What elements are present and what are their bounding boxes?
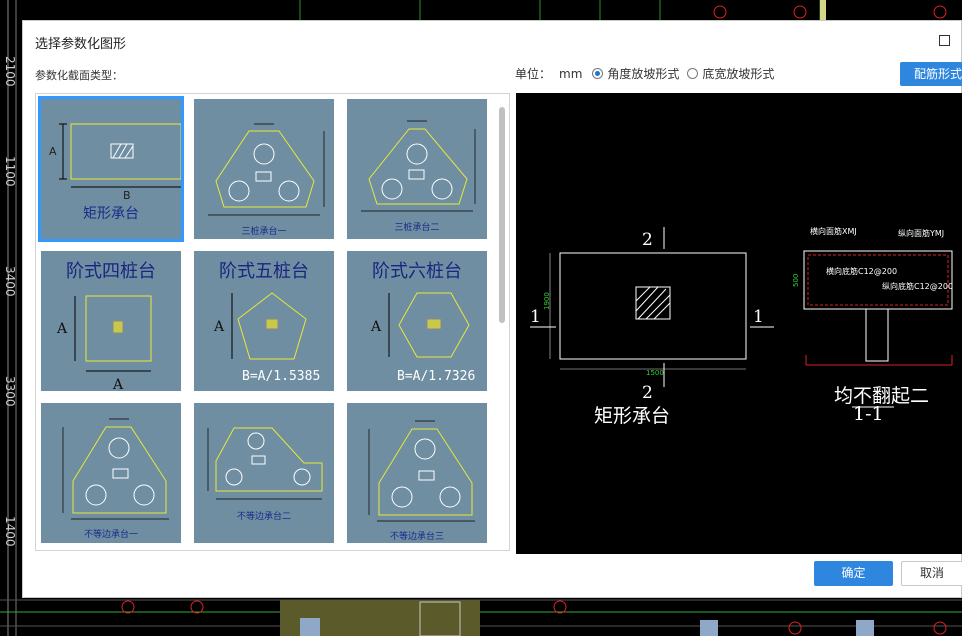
three-pile-1-diagram: [208, 123, 325, 216]
shape-item-step-four-pile[interactable]: 阶式四桩台 A A: [41, 251, 181, 391]
dialog-title: 选择参数化图形: [35, 37, 127, 52]
radio-angle-slope[interactable]: 角度放坡形式: [592, 65, 679, 82]
unit-label: 单位：: [515, 67, 552, 81]
shape-item-unequal-cap-1[interactable]: 不等边承台一: [41, 403, 181, 543]
shape-item-three-pile-1[interactable]: 三桩承台一: [194, 99, 334, 239]
radio-indicator[interactable]: [592, 68, 604, 79]
rebar-bottom-h: 横向底筋C12@200: [826, 267, 898, 276]
width-dim: 1500: [646, 369, 664, 377]
section-mark-bottom: 2: [642, 383, 653, 403]
shape-caption: 不等边承台二: [236, 512, 291, 522]
unit-value: mm: [559, 66, 583, 81]
shape-item-step-six-pile[interactable]: 阶式六桩台 A B=A/1.7326: [347, 251, 487, 391]
svg-text:3400: 3400: [3, 266, 17, 297]
ok-button[interactable]: 确定: [814, 561, 893, 586]
radio-label: 角度放坡形式: [607, 67, 680, 81]
shape-list: A B 矩形承台 三桩承台一 三桩承台二 阶式四桩台 A A 阶式五桩台 A B…: [35, 93, 510, 551]
dim-a-label: A: [56, 321, 68, 337]
shape-item-rect-cap[interactable]: A B 矩形承台: [38, 96, 184, 242]
rect-dim-b: B: [123, 189, 131, 202]
select-parametric-shape-dialog: 选择参数化图形 参数化截面类型： 单位： mm 角度放坡形式 底宽放坡形式 配筋…: [22, 20, 962, 598]
radio-bottom-width-slope[interactable]: 底宽放坡形式: [687, 65, 774, 82]
shape-caption: 三桩承台二: [394, 223, 440, 233]
section-id: 1-1: [853, 403, 884, 425]
shape-list-scrollbar[interactable]: [499, 107, 505, 323]
shape-item-step-five-pile[interactable]: 阶式五桩台 A B=A/1.5385: [194, 251, 334, 391]
shape-caption: 三桩承台一: [241, 227, 287, 237]
plan-title: 矩形承台: [594, 405, 671, 427]
unit-row: 单位： mm 角度放坡形式 底宽放坡形式: [515, 65, 782, 82]
section-mark-top: 2: [642, 230, 653, 250]
rebar-bottom-v: 纵向底筋C12@200: [882, 282, 954, 291]
ratio-formula: B=A/1.7326: [397, 369, 476, 384]
radio-indicator[interactable]: [687, 68, 699, 79]
step-four-pile-diagram: A A: [56, 295, 152, 391]
side-mark-right: 1: [753, 307, 764, 327]
svg-text:2100: 2100: [3, 56, 17, 87]
svg-text:3300: 3300: [3, 376, 17, 407]
three-pile-2-diagram: [361, 120, 476, 212]
shape-item-unequal-cap-2[interactable]: 不等边承台二: [194, 403, 334, 543]
ratio-formula: B=A/1.5385: [242, 369, 321, 384]
dim-a-label: A: [213, 319, 225, 335]
section-type-label: 参数化截面类型：: [35, 69, 123, 82]
rebar-form-button[interactable]: 配筋形式: [900, 62, 962, 86]
rebar-top-h: 横向面筋XMJ: [810, 227, 857, 236]
dim-a-label-bottom: A: [112, 377, 124, 391]
radio-label: 底宽放坡形式: [702, 67, 775, 81]
unequal-cap-2-diagram: [207, 427, 323, 500]
svg-text:1400: 1400: [3, 516, 17, 547]
rebar-top-v: 纵向面筋YMJ: [898, 229, 945, 238]
shape-item-three-pile-2[interactable]: 三桩承台二: [347, 99, 487, 239]
dim-a-label: A: [370, 319, 382, 335]
rect-dim-a: A: [49, 145, 57, 158]
unequal-cap-1-diagram: [62, 418, 169, 520]
cancel-button[interactable]: 取消: [901, 561, 962, 586]
preview-drawing: 1900 1500 500: [530, 227, 953, 408]
shape-caption: 不等边承台三: [389, 532, 444, 542]
preview-panel: 1900 1500 500 2 2 1 1 矩形承台 均不翻起二 1-1 横向面…: [516, 93, 962, 554]
maximize-button[interactable]: [939, 35, 950, 46]
height-dim: 1900: [543, 292, 551, 310]
section-height-dim: 500: [792, 274, 800, 287]
side-mark-left: 1: [530, 307, 541, 327]
svg-text:1100: 1100: [3, 156, 17, 187]
unequal-cap-3-diagram: [368, 420, 475, 522]
shape-item-unequal-cap-3[interactable]: 不等边承台三: [347, 403, 487, 543]
shape-caption: 矩形承台: [83, 206, 139, 222]
shape-caption: 不等边承台一: [83, 530, 138, 540]
